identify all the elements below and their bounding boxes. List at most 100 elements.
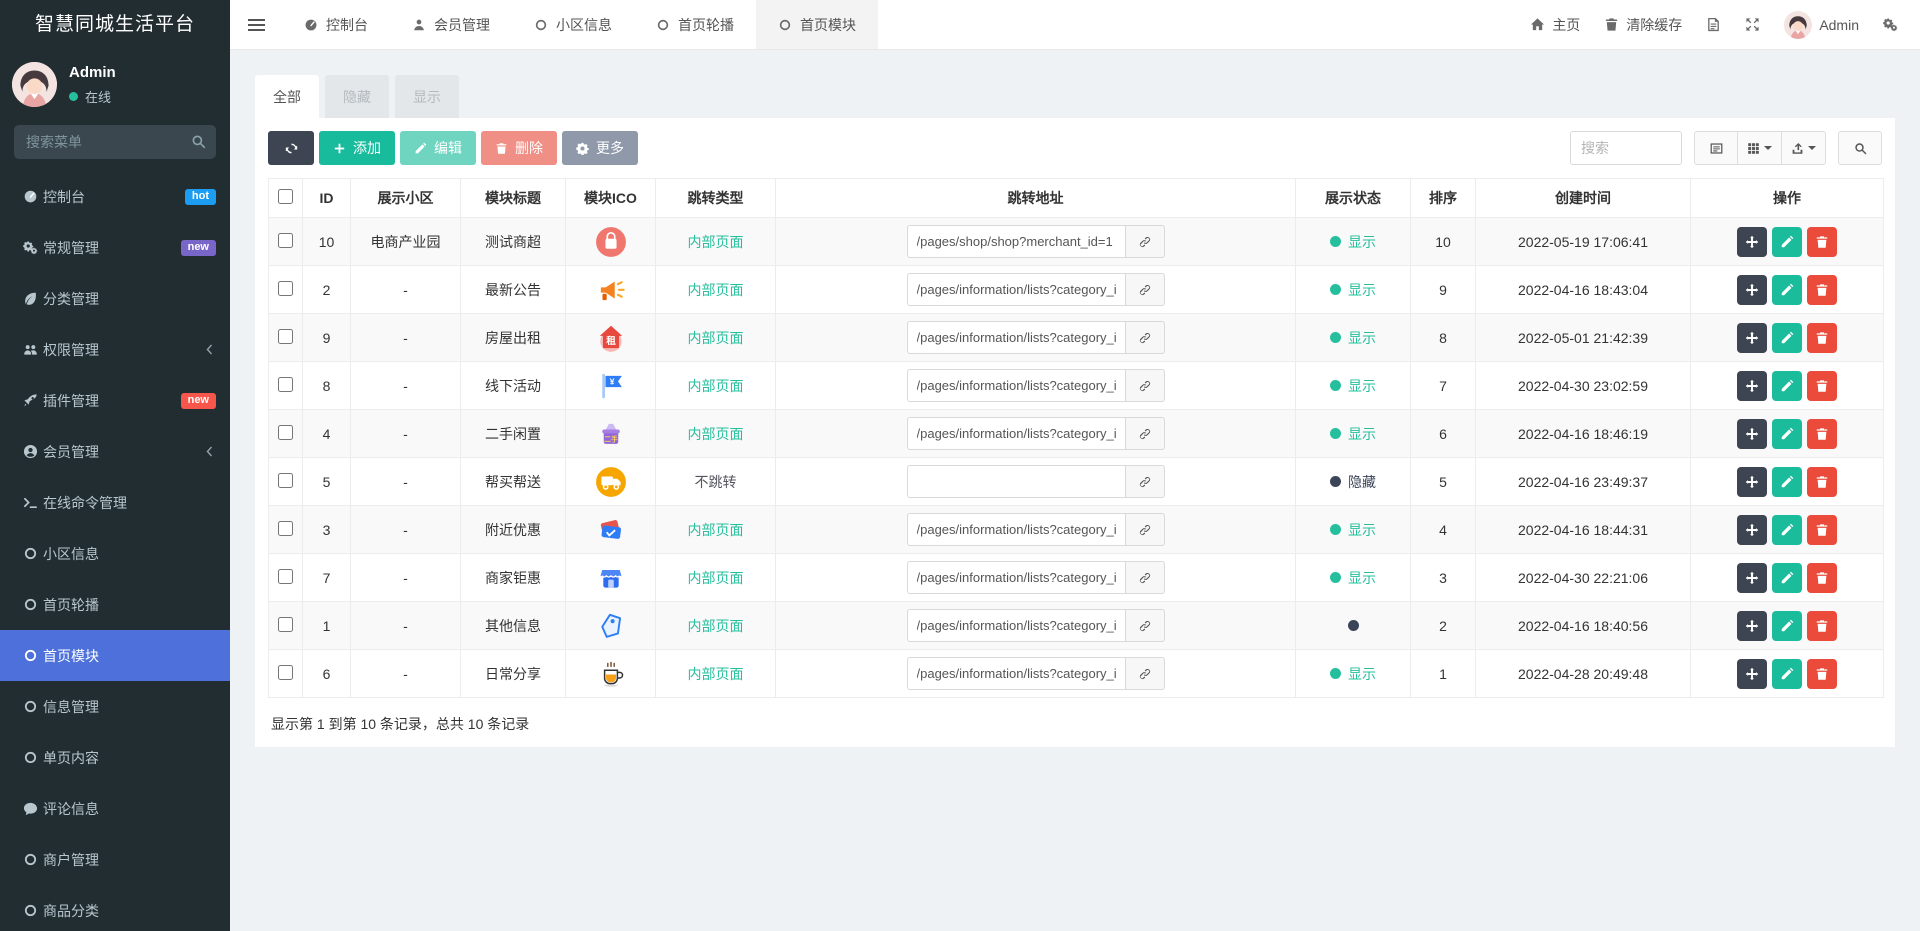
sidebar-item-single-page[interactable]: 单页内容: [0, 732, 230, 783]
drag-move-button[interactable]: [1737, 274, 1767, 305]
refresh-button[interactable]: [268, 131, 314, 165]
home-link[interactable]: 主页: [1530, 15, 1580, 35]
sidebar-item-general[interactable]: 常规管理 new: [0, 222, 230, 273]
topnav-tab-home-modules[interactable]: 首页模块: [756, 0, 878, 49]
detail-view-button[interactable]: [1694, 131, 1738, 165]
link-button[interactable]: [1124, 321, 1165, 354]
edit-row-button[interactable]: [1772, 514, 1802, 545]
jump-url-input[interactable]: [906, 657, 1125, 690]
delete-row-button[interactable]: [1807, 466, 1837, 497]
jump-url-input[interactable]: [906, 561, 1125, 594]
delete-row-button[interactable]: [1807, 418, 1837, 449]
row-checkbox[interactable]: [278, 472, 293, 488]
edit-row-button[interactable]: [1772, 610, 1802, 641]
jump-url-input[interactable]: [906, 513, 1125, 546]
fullscreen-button[interactable]: [1745, 17, 1760, 32]
sidebar-item-comments[interactable]: 评论信息: [0, 783, 230, 834]
row-checkbox[interactable]: [278, 376, 293, 392]
row-checkbox[interactable]: [278, 664, 293, 680]
delete-button[interactable]: 删除: [481, 131, 557, 165]
sidebar-item-dashboard[interactable]: 控制台 hot: [0, 171, 230, 222]
drag-move-button[interactable]: [1737, 226, 1767, 257]
sidebar-item-goods-category[interactable]: 商品分类: [0, 885, 230, 931]
jump-url-input[interactable]: [906, 321, 1125, 354]
jump-url-input[interactable]: [906, 369, 1125, 402]
table-search-input[interactable]: [1570, 131, 1682, 165]
sidebar-item-home-modules[interactable]: 首页模块: [0, 630, 230, 681]
edit-row-button[interactable]: [1772, 322, 1802, 353]
topnav-tab-member-manage[interactable]: 会员管理: [390, 0, 512, 49]
edit-row-button[interactable]: [1772, 418, 1802, 449]
filter-tab-1[interactable]: 隐藏: [325, 75, 389, 118]
drag-move-button[interactable]: [1737, 418, 1767, 449]
sidebar-item-members[interactable]: 会员管理: [0, 426, 230, 477]
sidebar-item-category[interactable]: 分类管理: [0, 273, 230, 324]
drag-move-button[interactable]: [1737, 322, 1767, 353]
topnav-tab-community-info[interactable]: 小区信息: [512, 0, 634, 49]
edit-row-button[interactable]: [1772, 370, 1802, 401]
export-button[interactable]: [1782, 131, 1826, 165]
topnav-tab-home-carousel[interactable]: 首页轮播: [634, 0, 756, 49]
jump-url-input[interactable]: [906, 225, 1125, 258]
row-checkbox[interactable]: [278, 520, 293, 536]
link-button[interactable]: [1124, 225, 1165, 258]
topnav-tab-dashboard[interactable]: 控制台: [282, 0, 390, 49]
link-button[interactable]: [1124, 657, 1165, 690]
row-checkbox[interactable]: [278, 616, 293, 632]
row-checkbox[interactable]: [278, 328, 293, 344]
link-button[interactable]: [1124, 465, 1165, 498]
row-checkbox[interactable]: [278, 568, 293, 584]
more-button[interactable]: 更多: [562, 131, 638, 165]
link-button[interactable]: [1124, 417, 1165, 450]
columns-button[interactable]: [1738, 131, 1782, 165]
link-button[interactable]: [1124, 369, 1165, 402]
link-button[interactable]: [1124, 561, 1165, 594]
add-button[interactable]: 添加: [319, 131, 395, 165]
search-button[interactable]: [1838, 131, 1882, 165]
filter-tab-2[interactable]: 显示: [395, 75, 459, 118]
drag-move-button[interactable]: [1737, 370, 1767, 401]
drag-move-button[interactable]: [1737, 658, 1767, 689]
sidebar-item-info-manage[interactable]: 信息管理: [0, 681, 230, 732]
user-menu[interactable]: Admin: [1784, 10, 1859, 39]
jump-url-input[interactable]: [906, 273, 1125, 306]
delete-row-button[interactable]: [1807, 370, 1837, 401]
edit-row-button[interactable]: [1772, 658, 1802, 689]
select-all-checkbox[interactable]: [278, 189, 293, 204]
delete-row-button[interactable]: [1807, 274, 1837, 305]
edit-row-button[interactable]: [1772, 562, 1802, 593]
row-checkbox[interactable]: [278, 232, 293, 248]
sidebar-item-addons[interactable]: 插件管理 new: [0, 375, 230, 426]
link-button[interactable]: [1124, 513, 1165, 546]
row-checkbox[interactable]: [278, 280, 293, 296]
jump-url-input[interactable]: [906, 609, 1125, 642]
drag-move-button[interactable]: [1737, 562, 1767, 593]
delete-row-button[interactable]: [1807, 226, 1837, 257]
link-button[interactable]: [1124, 273, 1165, 306]
filter-tab-0[interactable]: 全部: [255, 75, 319, 118]
settings-button[interactable]: [1883, 17, 1898, 32]
sidebar-item-community-info[interactable]: 小区信息: [0, 528, 230, 579]
edit-button[interactable]: 编辑: [400, 131, 476, 165]
clear-cache-link[interactable]: 清除缓存: [1604, 15, 1682, 35]
sidebar-item-online-command[interactable]: 在线命令管理: [0, 477, 230, 528]
drag-move-button[interactable]: [1737, 610, 1767, 641]
sidebar-search-input[interactable]: [14, 125, 216, 159]
jump-url-input[interactable]: [906, 417, 1125, 450]
sidebar-item-auth[interactable]: 权限管理: [0, 324, 230, 375]
menu-toggle-button[interactable]: [230, 0, 282, 49]
drag-move-button[interactable]: [1737, 514, 1767, 545]
sidebar-item-merchants[interactable]: 商户管理: [0, 834, 230, 885]
edit-row-button[interactable]: [1772, 274, 1802, 305]
delete-row-button[interactable]: [1807, 322, 1837, 353]
edit-row-button[interactable]: [1772, 226, 1802, 257]
row-checkbox[interactable]: [278, 424, 293, 440]
docs-button[interactable]: [1706, 17, 1721, 32]
delete-row-button[interactable]: [1807, 610, 1837, 641]
delete-row-button[interactable]: [1807, 562, 1837, 593]
delete-row-button[interactable]: [1807, 514, 1837, 545]
delete-row-button[interactable]: [1807, 658, 1837, 689]
link-button[interactable]: [1124, 609, 1165, 642]
sidebar-item-home-carousel[interactable]: 首页轮播: [0, 579, 230, 630]
jump-url-input[interactable]: [906, 465, 1125, 498]
